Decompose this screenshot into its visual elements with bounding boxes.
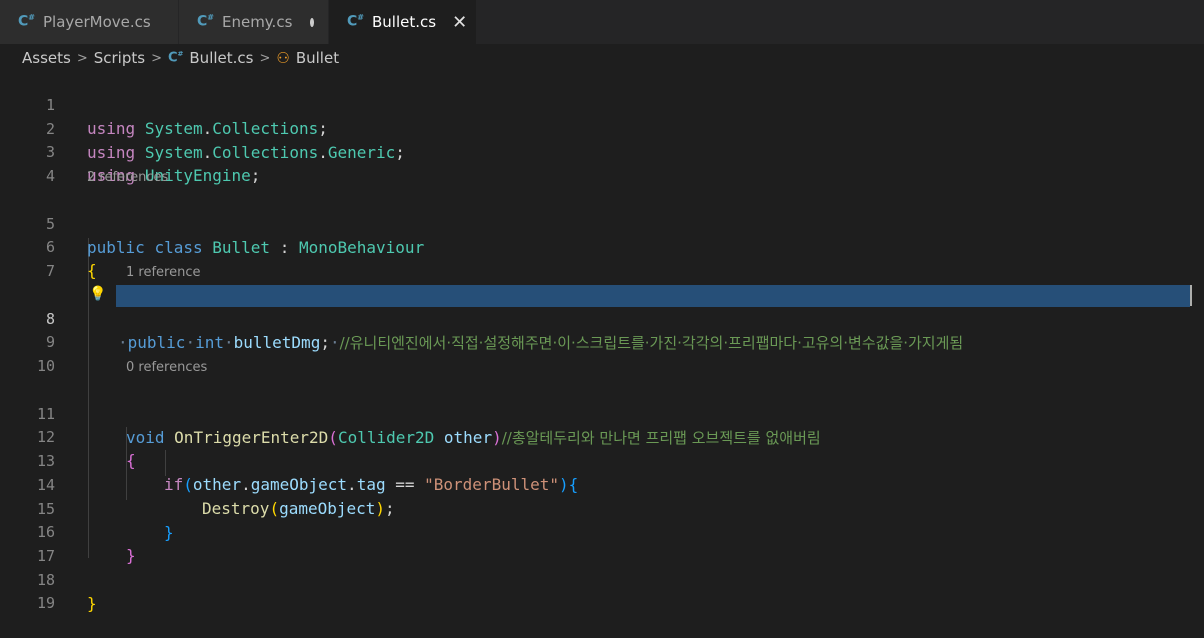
code-line: 5 public class Bullet : MonoBehaviour	[0, 190, 1204, 257]
chevron-right-icon: >	[151, 50, 162, 66]
code-line: 7	[0, 237, 1204, 280]
code-line: 6 {	[0, 213, 1204, 280]
code-line: 15 }	[0, 475, 1204, 542]
editor-tab-bar: C# PlayerMove.cs C# Enemy.cs C# Bullet.c…	[0, 0, 1204, 44]
codelens-field-references[interactable]: 1 reference	[126, 263, 200, 283]
code-line: 14 Destroy(gameObject);	[0, 451, 1204, 518]
breadcrumb-symbol[interactable]: Bullet	[296, 49, 339, 67]
code-line: 10	[0, 332, 1204, 375]
code-line: 12 {	[0, 403, 1204, 470]
codelens-class-references[interactable]: 2 references	[87, 168, 168, 188]
codelens-method-references[interactable]: 0 references	[126, 358, 207, 378]
breadcrumb-file[interactable]: Bullet.cs	[189, 49, 253, 67]
csharp-file-icon: C#	[347, 12, 364, 30]
code-line: 16 }	[0, 498, 1204, 565]
code-line: 19	[0, 569, 1204, 612]
code-line: 18 }	[0, 546, 1204, 613]
tab-label: PlayerMove.cs	[42, 13, 151, 31]
code-line: 4	[0, 142, 1204, 185]
line-number: 10	[36, 357, 55, 375]
tab-playermove[interactable]: C# PlayerMove.cs	[0, 0, 179, 44]
code-line: 11 void OnTriggerEnter2D(Collider2D othe…	[0, 380, 1204, 447]
tab-label: Bullet.cs	[371, 13, 437, 31]
tab-bullet[interactable]: C# Bullet.cs ✕	[329, 0, 477, 44]
code-line: 17	[0, 522, 1204, 565]
code-line-active: 8 ·public·int·bulletDmg;·//유니티엔진에서·직접·설정…	[0, 285, 1204, 352]
code-line: 3 using UnityEngine;	[0, 118, 1204, 185]
tab-label: Enemy.cs	[221, 13, 293, 31]
unsaved-dot-icon[interactable]	[310, 17, 314, 27]
breadcrumb: Assets > Scripts > C# Bullet.cs > ⚇ Bull…	[0, 44, 1204, 72]
class-symbol-icon: ⚇	[276, 49, 290, 67]
csharp-file-icon: C#	[18, 12, 35, 30]
code-line: 1 using System.Collections;	[0, 71, 1204, 138]
chevron-right-icon: >	[76, 50, 88, 66]
tab-enemy[interactable]: C# Enemy.cs	[179, 0, 329, 44]
close-icon[interactable]: ✕	[452, 12, 467, 33]
line-number: 19	[36, 594, 55, 612]
code-line: 13 if(other.gameObject.tag == "BorderBul…	[0, 427, 1204, 494]
code-line: 9	[0, 308, 1204, 351]
line-number: 7	[45, 262, 55, 280]
breadcrumb-scripts[interactable]: Scripts	[94, 49, 145, 67]
code-line: 2 using System.Collections.Generic;	[0, 95, 1204, 162]
csharp-file-icon: C#	[167, 50, 184, 66]
code-editor[interactable]: 1 using System.Collections; 2 using Syst…	[0, 70, 1204, 613]
line-number: 4	[45, 167, 55, 185]
csharp-file-icon: C#	[197, 12, 214, 30]
breadcrumb-assets[interactable]: Assets	[22, 49, 71, 67]
chevron-right-icon: >	[259, 50, 271, 66]
